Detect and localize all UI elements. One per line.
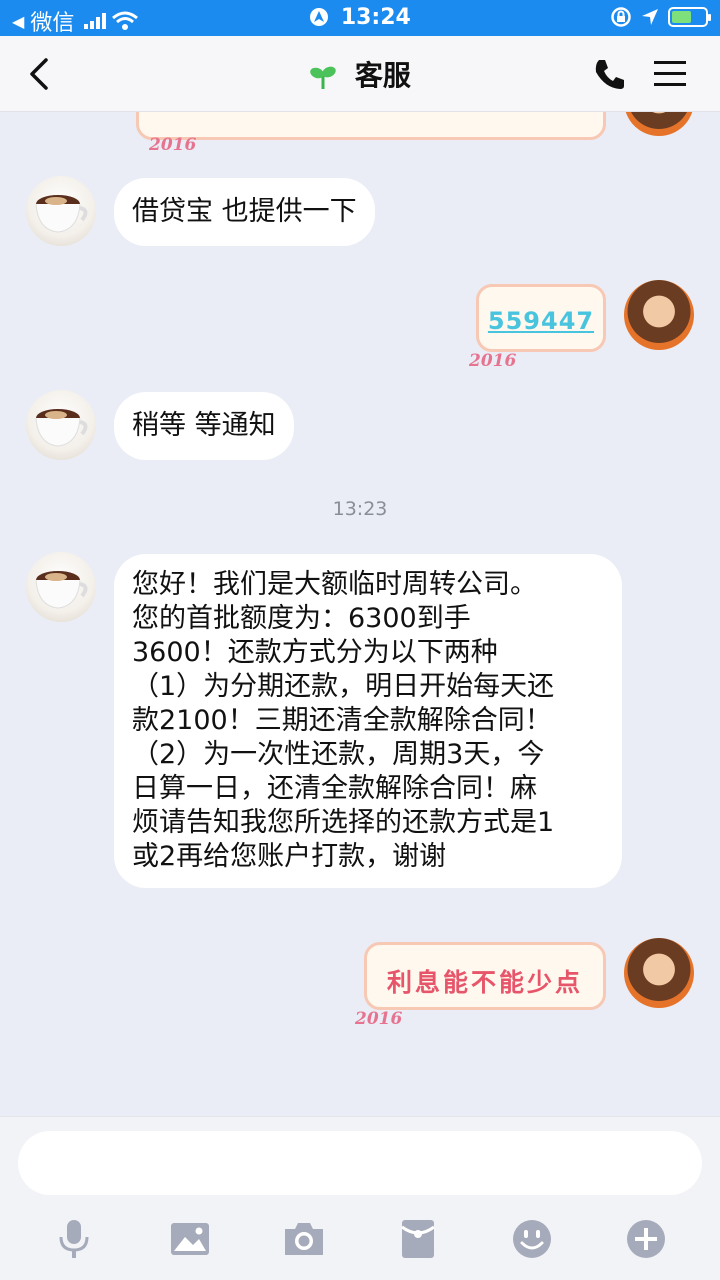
camera-icon[interactable] xyxy=(282,1217,326,1261)
sticker-message[interactable]: 559447 2016 xyxy=(469,284,606,371)
message-line: （2）为一次性还款，周期3天，今 xyxy=(132,739,545,770)
sticker-deco: 2016 xyxy=(149,135,197,155)
plus-icon[interactable] xyxy=(624,1217,668,1261)
rotation-lock-icon xyxy=(611,7,631,27)
chat-title: 客服 xyxy=(354,59,411,92)
status-right xyxy=(610,6,711,28)
sticker-text: 559447 xyxy=(487,307,595,335)
status-bar: ◀ 微信 13:24 xyxy=(0,0,720,36)
message-line: 您好！我们是大额临时周转公司。 xyxy=(132,569,537,600)
user-avatar[interactable] xyxy=(624,112,694,136)
service-avatar[interactable] xyxy=(26,390,96,460)
nav-bar: 客服 xyxy=(0,36,720,112)
red-packet-icon[interactable] xyxy=(396,1217,440,1261)
battery-icon xyxy=(668,7,711,27)
sticker-message[interactable]: 利息能不能少点 2016 xyxy=(355,942,606,1029)
message-line: 烦请告知我您所选择的还款方式是1 xyxy=(132,807,555,838)
message-line: 3600！还款方式分为以下两种 xyxy=(132,637,498,668)
message-bubble[interactable]: 稍等 等通知 xyxy=(114,392,294,460)
message-line: 您的首批额度为：6300到手 xyxy=(132,603,471,634)
message-bubble[interactable]: 借贷宝 也提供一下 xyxy=(114,178,375,246)
sprout-icon xyxy=(310,66,336,89)
message-input[interactable] xyxy=(18,1131,702,1195)
phone-icon[interactable] xyxy=(590,54,630,94)
timestamp: 13:23 xyxy=(332,498,388,520)
microphone-icon[interactable] xyxy=(52,1217,96,1261)
navigation-app-icon xyxy=(310,8,329,26)
sticker-deco: 2016 xyxy=(469,351,517,371)
message-line: 日算一日，还清全款解除合同！麻 xyxy=(132,773,537,804)
input-area xyxy=(0,1116,720,1280)
image-icon[interactable] xyxy=(168,1217,212,1261)
message-text: 稍等 等通知 xyxy=(132,410,276,441)
sticker-text: 利息能不能少点 xyxy=(386,968,583,997)
sticker-deco: 2016 xyxy=(355,1009,403,1029)
message-text: 借贷宝 也提供一下 xyxy=(132,196,357,227)
user-avatar[interactable] xyxy=(624,280,694,350)
message-line: 或2再给您账户打款，谢谢 xyxy=(132,841,447,872)
sticker-partial[interactable]: 2016 xyxy=(136,112,606,155)
message-bubble-long[interactable]: 您好！我们是大额临时周转公司。 您的首批额度为：6300到手 3600！还款方式… xyxy=(114,554,622,888)
message-line: 款2100！三期还清全款解除合同！ xyxy=(132,705,552,736)
coffee-cup-icon xyxy=(35,195,88,233)
coffee-cup-icon xyxy=(35,571,88,609)
user-avatar[interactable] xyxy=(624,938,694,1008)
location-icon xyxy=(642,9,658,25)
menu-icon[interactable] xyxy=(650,56,690,92)
service-avatar[interactable] xyxy=(26,552,96,622)
coffee-cup-icon xyxy=(35,409,88,447)
message-line: （1）为分期还款，明日开始每天还 xyxy=(132,671,555,702)
chat-area[interactable]: 2016 借贷宝 也提供一下 559447 2016 稍等 等通知 13:23 … xyxy=(0,112,720,1116)
emoji-icon[interactable] xyxy=(510,1217,554,1261)
service-avatar[interactable] xyxy=(26,176,96,246)
